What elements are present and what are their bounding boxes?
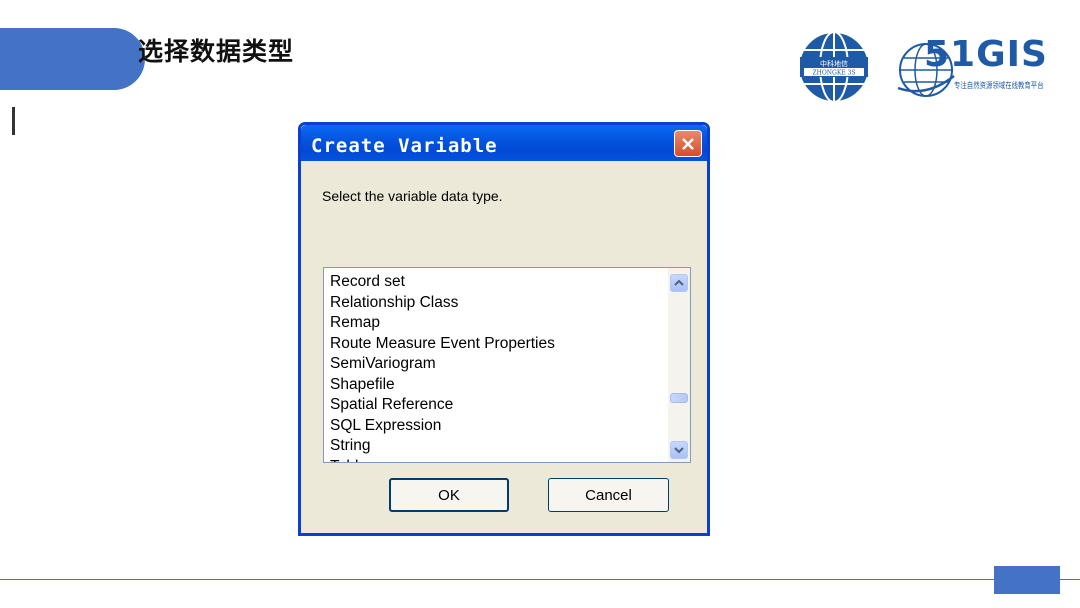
create-variable-dialog: Create Variable Select the variable data… xyxy=(298,122,710,536)
globe-text-bottom: ZHONGKE 3S xyxy=(812,70,855,77)
scroll-down-button[interactable] xyxy=(670,441,688,459)
dialog-titlebar[interactable]: Create Variable xyxy=(301,125,707,161)
51gis-logo: 51GIS 专注自然资源领域在线教育平台 xyxy=(896,34,1052,102)
slide-title: 选择数据类型 xyxy=(138,37,295,66)
cancel-button[interactable]: Cancel xyxy=(548,478,669,512)
close-button[interactable] xyxy=(674,130,702,157)
listbox-scrollbar[interactable] xyxy=(668,268,690,462)
list-item[interactable]: Remap xyxy=(330,313,660,334)
ok-button[interactable]: OK xyxy=(389,478,509,512)
list-item[interactable]: Table xyxy=(330,457,660,463)
51gis-subtitle: 专注自然资源领域在线教育平台 xyxy=(954,81,1044,90)
list-item[interactable]: Relationship Class xyxy=(330,293,660,314)
zhongke-logo: 中科地信 ZHONGKE 3S xyxy=(797,30,871,104)
list-item[interactable]: String xyxy=(330,436,660,457)
title-tab-decoration xyxy=(0,28,145,90)
list-item[interactable]: Spatial Reference xyxy=(330,395,660,416)
data-type-listbox[interactable]: Record set Relationship Class Remap Route M… xyxy=(323,267,691,463)
51gis-wordmark: 51GIS xyxy=(924,34,1048,75)
scroll-up-button[interactable] xyxy=(670,274,688,292)
dialog-prompt: Select the variable data type. xyxy=(322,188,503,204)
chevron-up-icon xyxy=(674,279,684,286)
list-item[interactable]: Route Measure Event Properties xyxy=(330,334,660,355)
list-item[interactable]: Shapefile xyxy=(330,375,660,396)
globe-text-top: 中科地信 xyxy=(820,59,848,68)
footer-accent-box xyxy=(994,566,1060,594)
list-item[interactable]: Record set xyxy=(330,272,660,293)
close-icon xyxy=(682,137,694,150)
chevron-down-icon xyxy=(674,447,684,454)
dialog-title: Create Variable xyxy=(311,135,498,157)
footer-divider xyxy=(0,579,1080,580)
list-item[interactable]: SQL Expression xyxy=(330,416,660,437)
text-cursor xyxy=(12,107,15,135)
scrollbar-thumb[interactable] xyxy=(670,393,688,403)
list-item[interactable]: SemiVariogram xyxy=(330,354,660,375)
